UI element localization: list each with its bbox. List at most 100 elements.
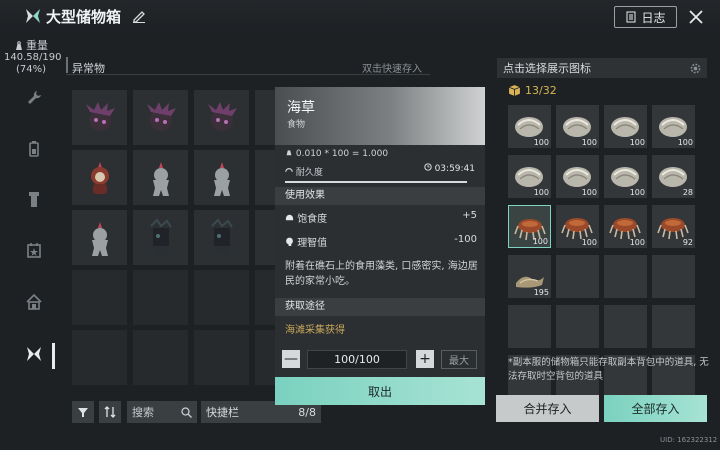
sort-button[interactable] xyxy=(99,401,121,423)
edit-pencil-icon[interactable] xyxy=(132,9,146,23)
inventory-slot-shell[interactable]: 100 xyxy=(508,155,551,198)
inventory-slot-crab[interactable]: 92 xyxy=(652,205,695,248)
spiky-creature-icon xyxy=(86,102,115,131)
inventory-slot-empty[interactable] xyxy=(652,255,695,298)
display-icon-selector[interactable]: 点击选择展示图标 xyxy=(497,58,707,78)
nav-housing[interactable] xyxy=(24,292,44,312)
filter-icon xyxy=(78,408,88,417)
inventory-slot-empty[interactable] xyxy=(604,255,647,298)
inventory-slot-empty[interactable] xyxy=(556,305,599,348)
storage-slot-empty[interactable] xyxy=(194,270,249,325)
storage-slot-spiky-creature[interactable] xyxy=(72,90,127,145)
log-button[interactable]: 日志 xyxy=(614,6,677,28)
log-book-icon xyxy=(626,11,636,23)
slot-count-value: 13/32 xyxy=(525,84,557,97)
effect-label: 理智值 xyxy=(297,238,328,249)
storage-slot-doll-silhouette[interactable] xyxy=(194,150,249,205)
effects-header: 使用效果 xyxy=(275,187,485,205)
item-count: 195 xyxy=(533,288,549,297)
item-count: 92 xyxy=(682,238,693,247)
weight-icon xyxy=(16,41,22,50)
crab-icon xyxy=(657,218,689,240)
clock-icon xyxy=(424,163,432,171)
nav-lighting[interactable] xyxy=(24,189,44,209)
quantity-decrease-button[interactable]: — xyxy=(282,350,300,368)
search-label: 搜索 xyxy=(132,406,154,419)
item-count: 100 xyxy=(581,188,597,197)
inventory-slot-shell[interactable]: 100 xyxy=(508,105,551,148)
weight-value: 140.58/190 xyxy=(4,52,62,63)
storage-slot-empty[interactable] xyxy=(133,270,188,325)
inventory-slot-shell[interactable]: 100 xyxy=(604,105,647,148)
item-detail-popup: 海草 食物 0.010 * 100 = 1.000 耐久度 03:59:41 使… xyxy=(275,87,485,405)
filter-button[interactable] xyxy=(72,401,94,423)
nav-events[interactable] xyxy=(24,240,44,260)
store-all-button[interactable]: 全部存入 xyxy=(604,395,707,422)
shell-icon xyxy=(563,117,591,137)
nav-consumables[interactable] xyxy=(24,139,44,159)
storage-slot-spiky-creature[interactable] xyxy=(133,90,188,145)
inventory-slot-empty[interactable] xyxy=(556,255,599,298)
merge-store-button[interactable]: 合并存入 xyxy=(496,395,599,422)
display-icon-label: 点击选择展示图标 xyxy=(503,62,591,75)
storage-slot-dark-machine[interactable] xyxy=(194,210,249,265)
item-count: 100 xyxy=(629,238,645,247)
section-divider xyxy=(66,74,430,75)
search-icon xyxy=(181,406,192,418)
inventory-slot-shell[interactable]: 100 xyxy=(652,105,695,148)
item-count: 100 xyxy=(581,238,597,247)
inventory-slot-shell[interactable]: 100 xyxy=(556,155,599,198)
inventory-slot-crab[interactable]: 100 xyxy=(508,205,551,248)
durability-time: 03:59:41 xyxy=(434,164,475,174)
inventory-slot-shell[interactable]: 100 xyxy=(604,155,647,198)
effect-label: 饱食度 xyxy=(297,214,328,225)
inventory-slot-empty[interactable] xyxy=(652,305,695,348)
quantity-max-button[interactable]: 最大 xyxy=(441,350,477,369)
inventory-slot-empty[interactable] xyxy=(604,305,647,348)
slot-count: 13/32 xyxy=(508,84,557,97)
durability-timer: 03:59:41 xyxy=(424,163,475,174)
inventory-slot-crab[interactable]: 100 xyxy=(556,205,599,248)
quantity-input[interactable]: 100/100 xyxy=(307,350,407,369)
storage-slot-empty[interactable] xyxy=(133,330,188,385)
weight-icon xyxy=(286,150,292,156)
nav-tools[interactable] xyxy=(24,88,44,108)
storage-slot-empty[interactable] xyxy=(72,330,127,385)
inventory-slot-crab[interactable]: 100 xyxy=(604,205,647,248)
inventory-slot-shell[interactable]: 100 xyxy=(556,105,599,148)
gear-icon[interactable] xyxy=(690,63,701,74)
item-count: 100 xyxy=(629,138,645,147)
section-hint: 双击快速存入 xyxy=(362,64,422,75)
durability-icon xyxy=(285,168,293,172)
inventory-slot-seaweed[interactable]: 195 xyxy=(508,255,551,298)
item-weight-formula: 0.010 * 100 = 1.000 xyxy=(295,149,389,159)
storage-slot-hooded-doll[interactable] xyxy=(72,150,127,205)
search-input[interactable]: 搜索 xyxy=(127,401,197,423)
item-type: 食物 xyxy=(287,120,306,130)
weight-label: 重量 xyxy=(26,39,48,52)
storage-slot-doll-silhouette[interactable] xyxy=(133,150,188,205)
flashlight-icon xyxy=(29,192,39,207)
storage-slot-empty[interactable] xyxy=(72,270,127,325)
shell-icon xyxy=(563,167,591,187)
storage-slot-spiky-creature[interactable] xyxy=(194,90,249,145)
satiety-icon xyxy=(285,214,294,221)
inventory-slot-shell[interactable]: 28 xyxy=(652,155,695,198)
seaweed-icon xyxy=(516,276,544,288)
shell-icon xyxy=(659,117,687,137)
storage-slot-dark-machine[interactable] xyxy=(133,210,188,265)
take-out-button[interactable]: 取出 xyxy=(275,377,485,405)
storage-slot-empty[interactable] xyxy=(194,330,249,385)
sanity-brain-icon xyxy=(286,237,293,246)
log-button-label: 日志 xyxy=(641,10,666,25)
storage-slot-doll-silhouette[interactable] xyxy=(72,210,127,265)
nav-selection-indicator xyxy=(52,343,55,369)
shell-icon xyxy=(515,117,543,137)
close-icon[interactable] xyxy=(686,7,706,27)
item-description: 附着在礁石上的食用藻类, 口感密实, 海边居民的家常小吃。 xyxy=(285,261,478,287)
inventory-slot-empty[interactable] xyxy=(508,305,551,348)
item-name: 海草 xyxy=(287,100,315,116)
quantity-increase-button[interactable]: + xyxy=(416,350,434,368)
effect-value: -100 xyxy=(454,234,477,245)
nav-anomaly-selected[interactable] xyxy=(24,344,44,364)
